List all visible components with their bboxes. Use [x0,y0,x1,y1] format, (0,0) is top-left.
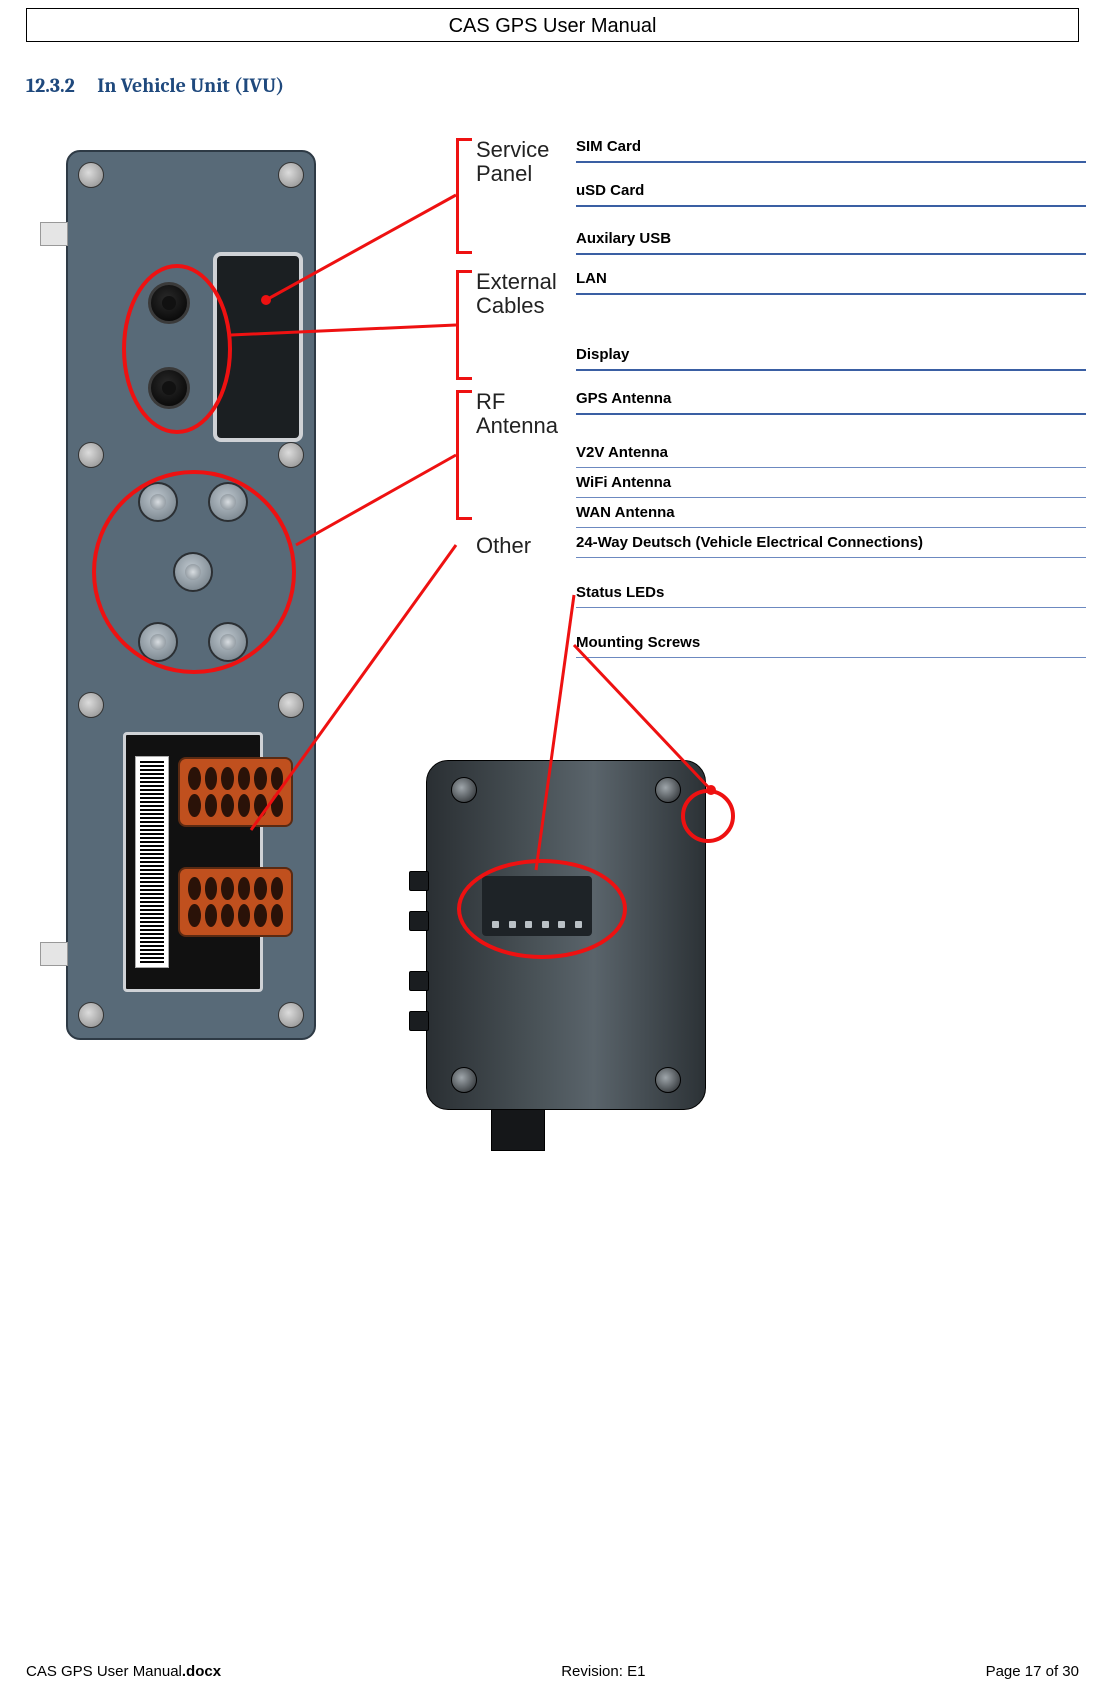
panel-screw [78,1002,104,1028]
panel-screw [278,442,304,468]
deutsch-side-connector [491,1109,545,1151]
callout-circle-status-leds [457,859,627,959]
group-bracket [456,270,472,380]
group-bracket [456,390,472,520]
mounting-screw [451,1067,477,1093]
ivu-body [426,760,706,1110]
callout-circle-rf-antenna [92,470,296,674]
page-header: CAS GPS User Manual [26,8,1079,42]
group-bracket [456,138,472,254]
group-title-service-panel: Service Panel [476,138,576,186]
panel-screw [78,692,104,718]
label-item: LAN [576,270,1086,295]
group-title-rf-antenna: RF Antenna [476,390,576,438]
footer-revision: Revision: E1 [561,1663,645,1680]
mounting-tab [40,222,68,246]
side-connector [409,871,429,891]
label-item: Auxilary USB [576,230,1086,255]
side-connector [409,971,429,991]
panel-screw [278,1002,304,1028]
group-title-external-cables: External Cables [476,270,576,318]
panel-screw [78,162,104,188]
panel-screw [278,162,304,188]
mounting-tab [40,942,68,966]
panel-screw [278,692,304,718]
mounting-screw [655,1067,681,1093]
page-footer: CAS GPS User Manual.docx Revision: E1 Pa… [26,1663,1079,1680]
ivu-diagram: Service Panel SIM Card uSD Card Auxilary… [26,130,1079,1190]
callout-circle-external-cables [122,264,232,434]
label-item: Mounting Screws [576,634,1086,658]
callout-circle-mounting-screw [681,789,735,843]
label-item: WAN Antenna [576,504,1086,528]
section-title: In Vehicle Unit (IVU) [97,74,284,97]
deutsch-connector [178,757,293,827]
barcode-label [136,757,168,967]
label-item: Display [576,346,1086,371]
section-number: 12.3.2 [26,74,75,97]
mounting-screw [655,777,681,803]
header-title: CAS GPS User Manual [449,15,657,37]
deutsch-connector [178,867,293,937]
label-item: SIM Card [576,138,1086,163]
label-item: WiFi Antenna [576,474,1086,498]
ivu-front-panel [66,150,316,1040]
label-item: Status LEDs [576,584,1086,608]
label-item: GPS Antenna [576,390,1086,415]
section-heading: 12.3.2 In Vehicle Unit (IVU) [26,74,284,97]
footer-page: Page 17 of 30 [986,1663,1079,1680]
side-connector [409,1011,429,1031]
label-item: V2V Antenna [576,444,1086,468]
side-connector [409,911,429,931]
label-item: uSD Card [576,182,1086,207]
mounting-screw [451,777,477,803]
panel-screw [78,442,104,468]
group-title-other: Other [476,534,576,558]
ivu-top-view [386,730,746,1160]
label-item: 24-Way Deutsch (Vehicle Electrical Conne… [576,534,1086,558]
footer-filename: CAS GPS User Manual.docx [26,1663,221,1680]
